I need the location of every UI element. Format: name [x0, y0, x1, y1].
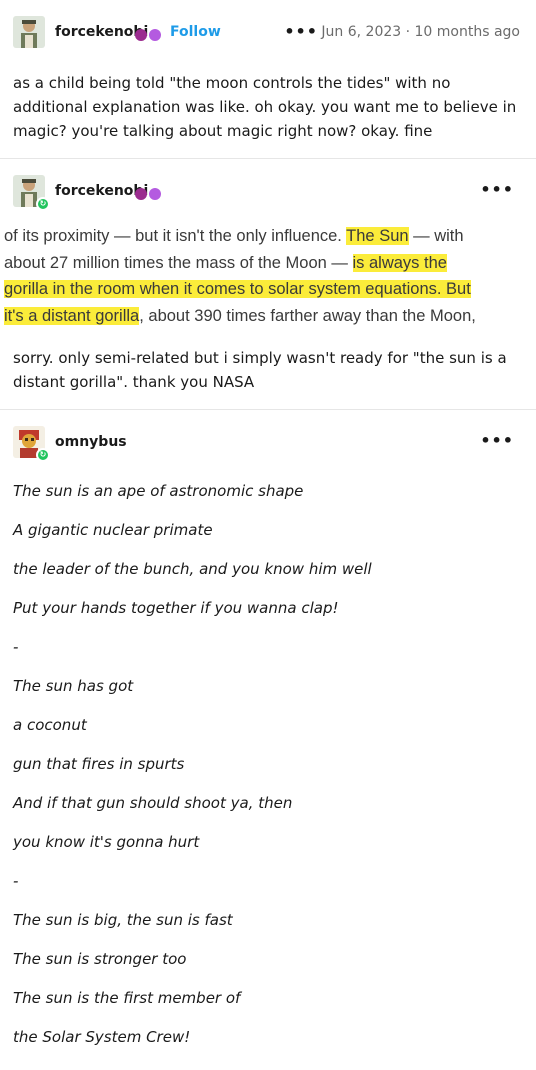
poem-line: you know it's gonna hurt — [13, 833, 200, 851]
status-icons — [133, 184, 161, 203]
emoji-badge-icon — [149, 29, 161, 41]
post-text: sorry. only semi-related but i simply wa… — [13, 349, 507, 391]
username[interactable]: omnybus — [55, 434, 127, 450]
poem-line: The sun is the first member of — [13, 989, 241, 1007]
avatar[interactable] — [13, 16, 45, 48]
post-2: ↻ forcekenobi ••• of its proximity — but… — [0, 159, 536, 410]
status-icons — [133, 25, 161, 44]
poem-line: The sun has got — [13, 677, 134, 695]
reblog-icon: ↻ — [36, 448, 50, 462]
quote-line: it's a distant gorilla, about 390 times … — [4, 306, 476, 325]
emoji-badge-icon — [149, 188, 161, 200]
quote-line: about 27 million times the mass of the M… — [4, 253, 447, 272]
follow-button[interactable]: Follow — [170, 24, 221, 40]
highlighted-text: The Sun — [346, 227, 409, 245]
highlighted-text: is always the — [352, 253, 447, 272]
post-3: ↻ omnybus ••• The sun is an ape of astro… — [0, 410, 536, 1070]
poem-line: gun that fires in spurts — [13, 755, 185, 773]
poem-line: the Solar System Crew! — [13, 1028, 191, 1046]
poem-line: And if that gun should shoot ya, then — [13, 794, 293, 812]
poem-line: a coconut — [13, 716, 87, 734]
poem-line: The sun is an ape of astronomic shape — [13, 482, 304, 500]
more-options-icon[interactable]: ••• — [284, 22, 318, 41]
poem-line: - — [13, 872, 19, 890]
highlighted-text: gorilla in the room when it comes to sol… — [4, 280, 471, 298]
poem-line: The sun is stronger too — [13, 950, 187, 968]
poem-line: A gigantic nuclear primate — [13, 521, 213, 539]
emoji-badge-icon — [135, 188, 147, 200]
poem-line: - — [13, 638, 19, 656]
emoji-badge-icon — [135, 29, 147, 41]
poem-line: the leader of the bunch, and you know hi… — [13, 560, 372, 578]
poem-line: Put your hands together if you wanna cla… — [13, 599, 339, 617]
poem-line: The sun is big, the sun is fast — [13, 911, 233, 929]
post-text: as a child being told "the moon controls… — [13, 74, 517, 140]
quote-line: of its proximity — but it isn't the only… — [4, 227, 464, 245]
quoted-article-image: of its proximity — but it isn't the only… — [0, 223, 536, 329]
post-1: forcekenobi Follow ••• Jun 6, 2023 · 10 … — [0, 0, 536, 159]
post-date[interactable]: Jun 6, 2023 · 10 months ago — [321, 24, 520, 40]
highlighted-text: it's a distant gorilla — [4, 306, 140, 325]
more-options-icon[interactable]: ••• — [480, 431, 514, 450]
more-options-icon[interactable]: ••• — [480, 180, 514, 199]
reblog-icon: ↻ — [36, 197, 50, 211]
quote-line: gorilla in the room when it comes to sol… — [0, 276, 536, 303]
